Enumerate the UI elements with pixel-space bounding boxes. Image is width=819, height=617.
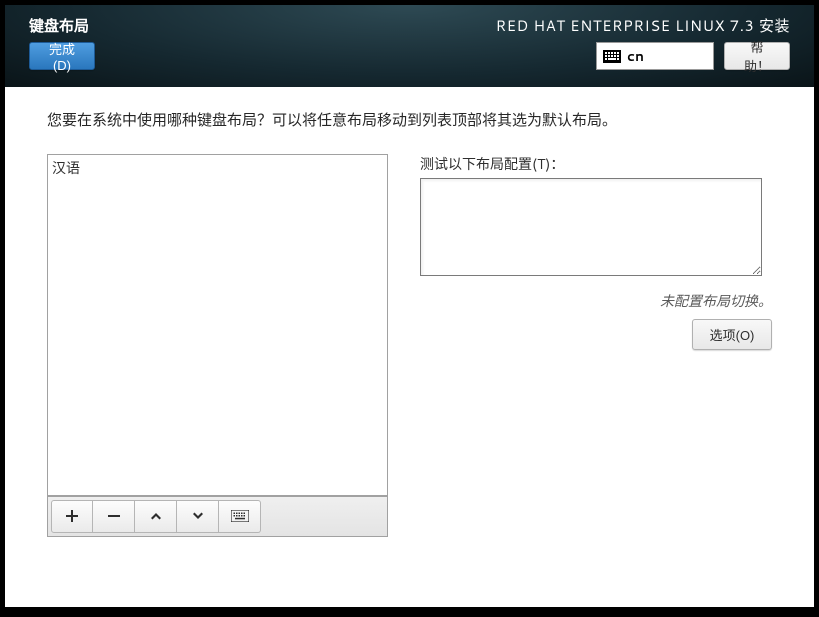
add-layout-button[interactable] bbox=[51, 500, 93, 533]
chevron-down-icon bbox=[191, 509, 205, 525]
keyboard-indicator[interactable]: cn bbox=[596, 42, 714, 70]
minus-icon bbox=[107, 509, 121, 525]
preview-layout-button[interactable] bbox=[219, 500, 261, 533]
layouts-column: 汉语 bbox=[47, 154, 388, 537]
test-label: 测试以下布局配置(T)： bbox=[420, 154, 772, 174]
page-title: 键盘布局 bbox=[29, 15, 95, 36]
product-title: RED HAT ENTERPRISE LINUX 7.3 安装 bbox=[496, 15, 790, 36]
switch-status-text: 未配置布局切换。 bbox=[420, 291, 772, 311]
installer-spoke-window: 键盘布局 完成(D) RED HAT ENTERPRISE LINUX 7.3 … bbox=[5, 5, 814, 607]
move-up-button[interactable] bbox=[135, 500, 177, 533]
prompt-text: 您要在系统中使用哪种键盘布局？可以将任意布局移动到列表顶部将其选为默认布局。 bbox=[47, 109, 772, 130]
help-button[interactable]: 帮助！ bbox=[724, 42, 790, 70]
done-button[interactable]: 完成(D) bbox=[29, 42, 95, 70]
test-column: 测试以下布局配置(T)： 未配置布局切换。 选项(O) bbox=[420, 154, 772, 537]
layouts-list[interactable]: 汉语 bbox=[47, 154, 388, 496]
header-right-row: cn 帮助！ bbox=[596, 42, 790, 70]
header-bar: 键盘布局 完成(D) RED HAT ENTERPRISE LINUX 7.3 … bbox=[5, 5, 814, 87]
keyboard-icon bbox=[603, 50, 621, 63]
remove-layout-button[interactable] bbox=[93, 500, 135, 533]
keyboard-icon bbox=[231, 509, 249, 524]
content-area: 您要在系统中使用哪种键盘布局？可以将任意布局移动到列表顶部将其选为默认布局。 汉… bbox=[5, 87, 814, 607]
test-input[interactable] bbox=[420, 178, 762, 276]
list-item[interactable]: 汉语 bbox=[52, 158, 383, 178]
move-down-button[interactable] bbox=[177, 500, 219, 533]
header-right: RED HAT ENTERPRISE LINUX 7.3 安装 cn 帮助！ bbox=[496, 15, 790, 87]
header-left: 键盘布局 完成(D) bbox=[29, 15, 95, 87]
chevron-up-icon bbox=[149, 509, 163, 525]
keyboard-indicator-code: cn bbox=[627, 46, 644, 66]
layouts-toolbar bbox=[47, 496, 388, 537]
plus-icon bbox=[65, 509, 79, 525]
options-row: 选项(O) bbox=[420, 319, 772, 350]
columns: 汉语 bbox=[47, 154, 772, 537]
options-button[interactable]: 选项(O) bbox=[692, 319, 772, 350]
